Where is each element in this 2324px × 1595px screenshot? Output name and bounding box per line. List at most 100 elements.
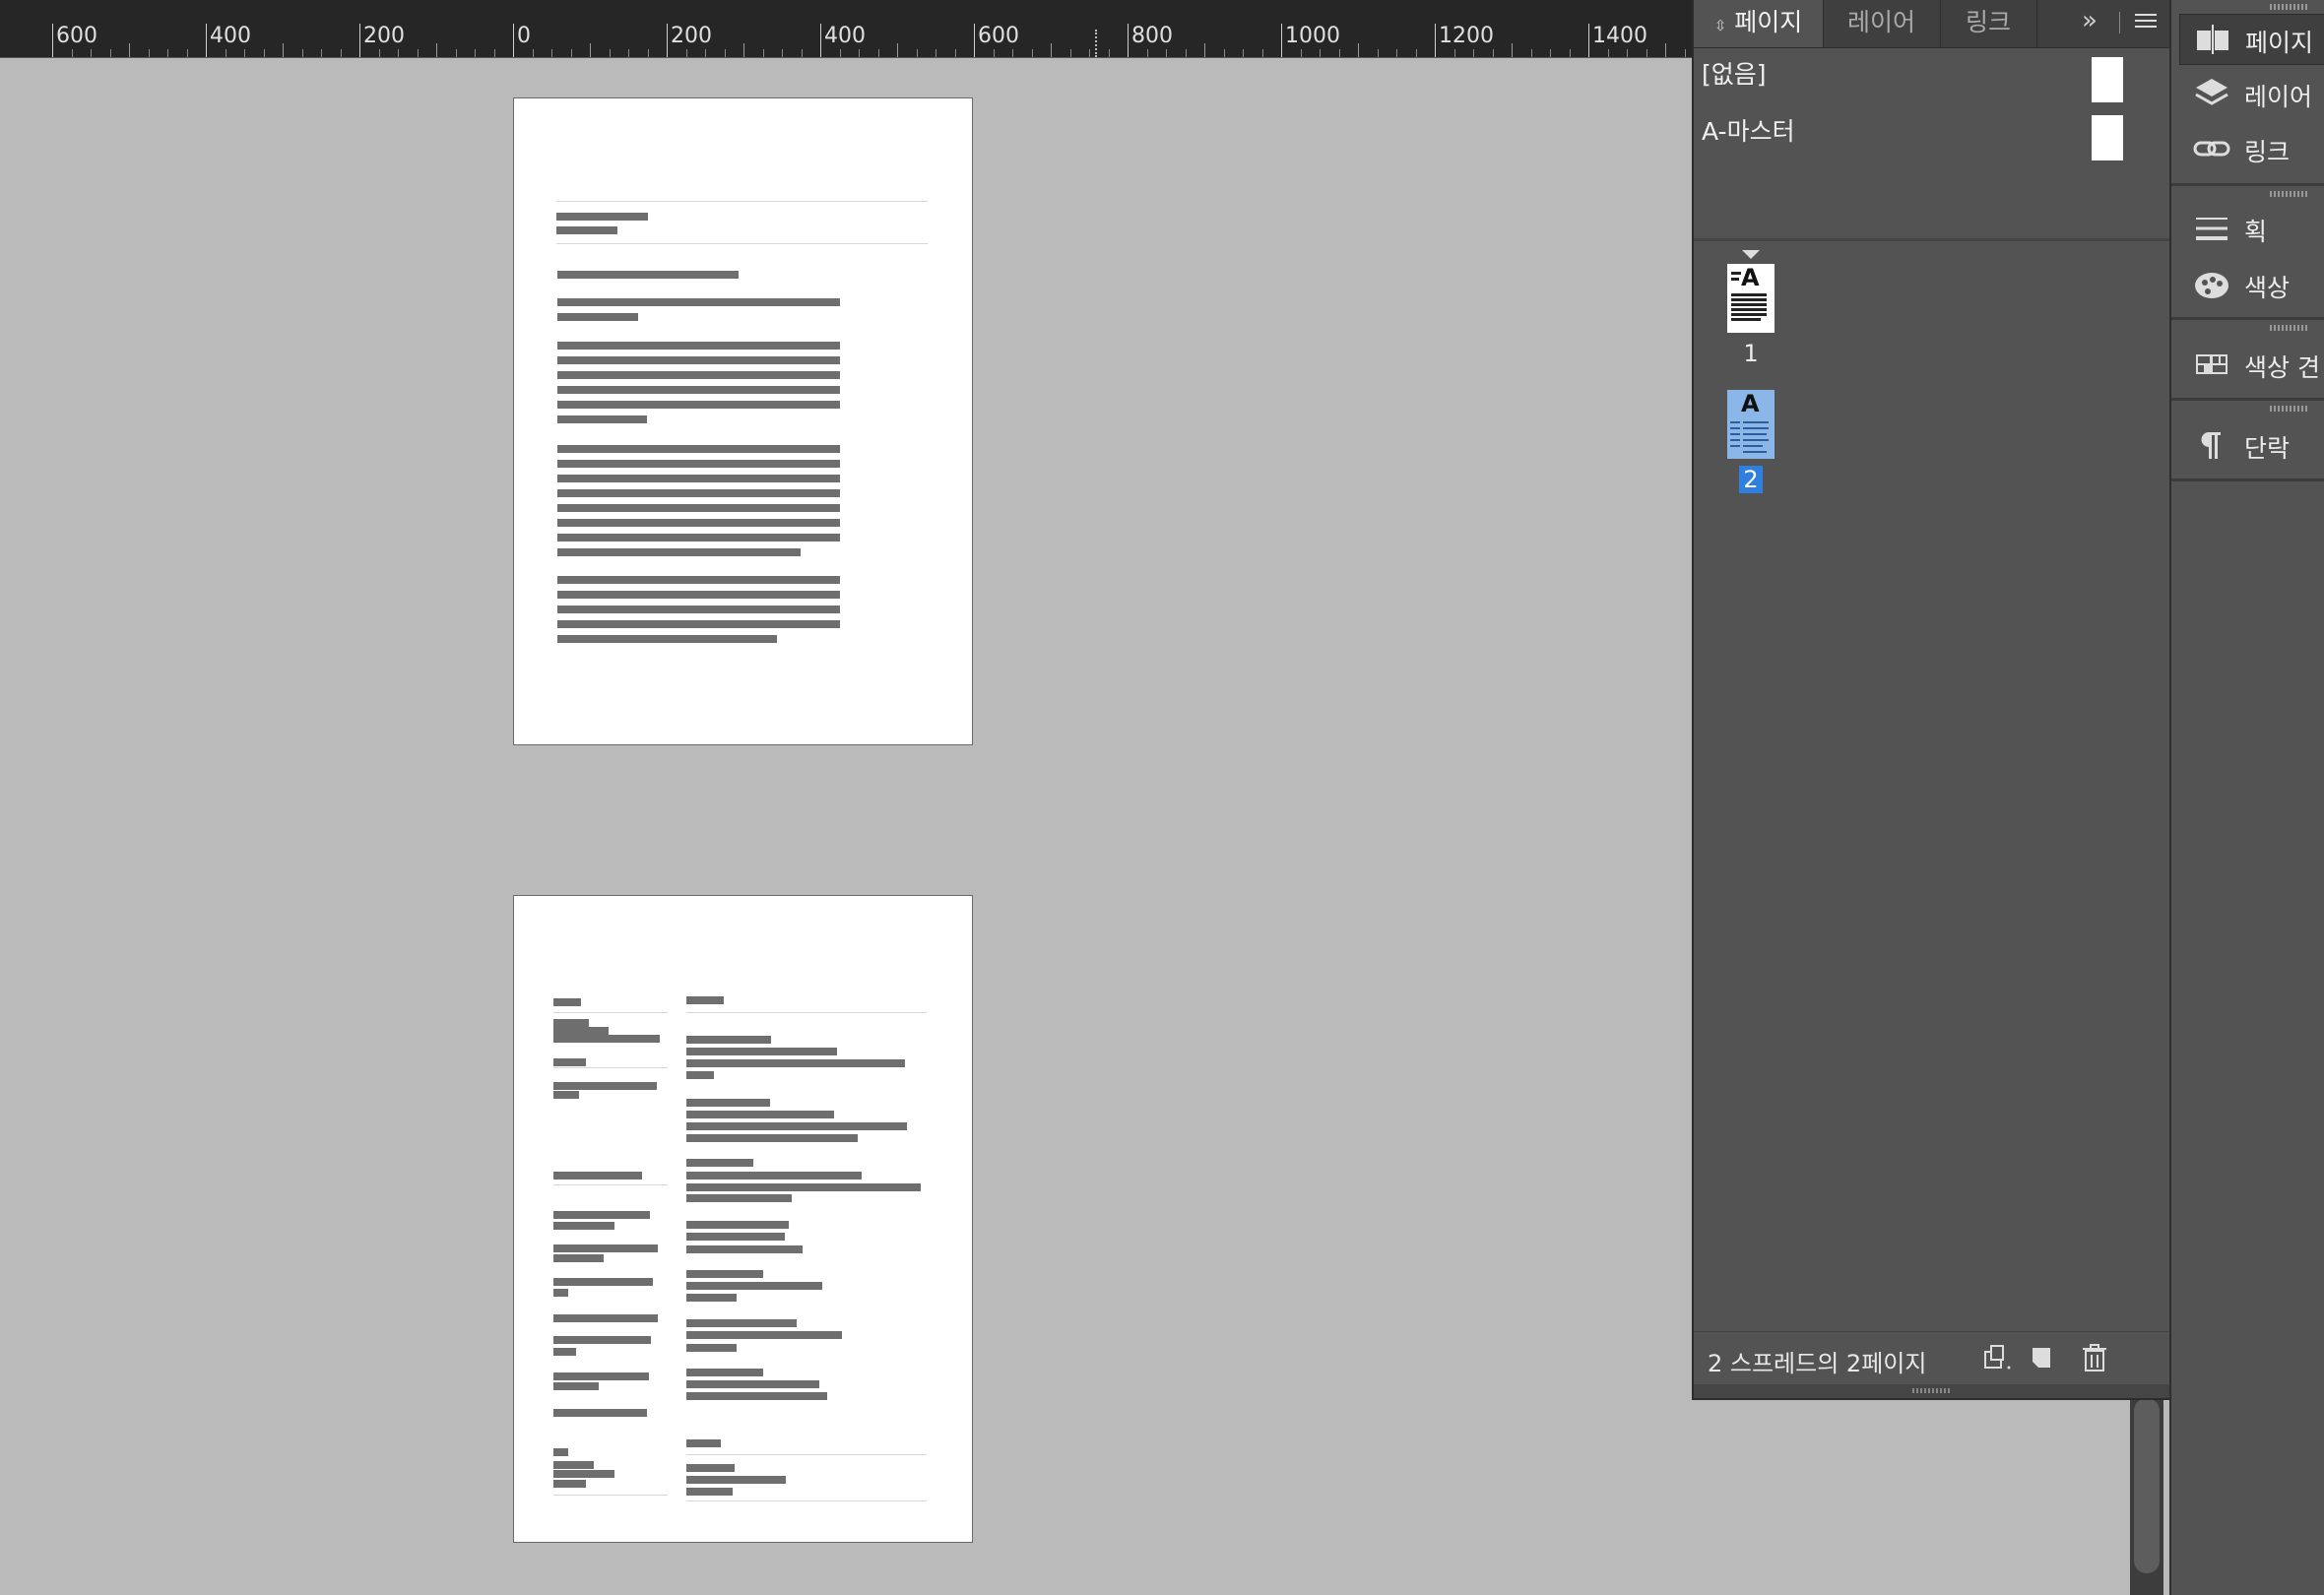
dock-item-paragraph[interactable]: 단락: [2179, 420, 2324, 470]
dock-item-links[interactable]: 링크: [2179, 124, 2324, 173]
page-1-thumbnail[interactable]: A: [1727, 264, 1775, 333]
text-bar: [686, 1392, 827, 1400]
ruler-tick: [1550, 49, 1551, 57]
ruler-tick: [321, 49, 322, 57]
scrollbar-thumb[interactable]: [2134, 1398, 2160, 1573]
text-bar: [557, 489, 840, 497]
horizontal-ruler[interactable]: 600 400 200 0 200 400 600 800 1000 1200 …: [0, 0, 1694, 58]
edit-page-size-icon[interactable]: [1981, 1342, 2015, 1373]
ruler-tick: [571, 49, 572, 57]
ruler-label: 1200: [1439, 24, 1494, 48]
panel-resize-grip[interactable]: [1694, 1384, 2169, 1398]
dock-divider: [2171, 478, 2324, 481]
delete-page-icon[interactable]: [2078, 1342, 2111, 1373]
ruler-tick: [1089, 49, 1090, 57]
master-none[interactable]: [없음]: [1702, 55, 1767, 91]
ruler-tick: [1186, 49, 1187, 57]
ruler-tick: [1301, 49, 1302, 57]
ruler-tick: [628, 49, 629, 57]
ruler-tick: [1588, 24, 1589, 57]
ruler-tick: [206, 24, 207, 57]
text-bar: [686, 1488, 733, 1496]
tab-pages[interactable]: ⇳ 페이지: [1694, 0, 1824, 47]
ruler-label: 1400: [1592, 24, 1647, 48]
new-page-icon[interactable]: [2025, 1342, 2058, 1373]
tab-links[interactable]: 링크: [1940, 0, 2037, 47]
ruler-tick: [994, 49, 995, 57]
text-bar: [557, 371, 840, 379]
page-1-number[interactable]: 1: [1727, 340, 1775, 367]
dock-item-swatches[interactable]: 색상 견: [2179, 340, 2324, 389]
dock-grip[interactable]: [2270, 191, 2309, 197]
ruler-label: 800: [1131, 24, 1173, 48]
ruler-label: 0: [517, 24, 531, 48]
ruler-tick: [1570, 49, 1571, 57]
text-bar: [686, 1036, 771, 1044]
page-2-thumbnail[interactable]: A: [1727, 390, 1775, 459]
panel-menu-icon[interactable]: [2135, 14, 2157, 32]
thumb-line: [1743, 445, 1763, 447]
ruler-tick: [1493, 49, 1494, 57]
text-bar: [557, 401, 840, 409]
dock-item-layers[interactable]: 레이어: [2179, 69, 2324, 118]
text-bar: [557, 475, 840, 482]
tab-label: 링크: [1965, 8, 2011, 36]
ruler-tick: [551, 49, 552, 57]
ruler-tick: [1358, 43, 1359, 57]
text-bar: [686, 1221, 789, 1229]
rule-line: [553, 1184, 668, 1185]
thumb-line: [1731, 313, 1767, 316]
ruler-tick: [513, 24, 514, 57]
text-bar: [553, 1058, 586, 1066]
text-bar: [557, 635, 777, 643]
document-page-2[interactable]: [513, 895, 973, 1543]
text-bar: [553, 1461, 594, 1469]
text-bar: [686, 1233, 785, 1241]
ruler-tick: [110, 49, 111, 57]
page-count-status: 2 스프레드의 2페이지: [1708, 1350, 1927, 1377]
dock-divider: [2171, 398, 2324, 401]
ruler-tick: [1070, 49, 1071, 57]
text-bar: [553, 1480, 586, 1488]
thumb-line: [1731, 298, 1767, 301]
text-bar: [686, 1059, 905, 1067]
ruler-tick: [782, 49, 783, 57]
master-none-thumbnail[interactable]: [2092, 57, 2123, 102]
ruler-tick: [264, 49, 265, 57]
ruler-tick: [302, 49, 303, 57]
ruler-tick: [1012, 49, 1013, 57]
dock-item-stroke[interactable]: 획: [2179, 204, 2324, 253]
thumb-line: [1731, 272, 1741, 275]
ruler-tick: [379, 49, 380, 57]
vertical-scrollbar[interactable]: [2130, 1398, 2163, 1595]
thumb-line: [1730, 439, 1740, 441]
master-a-thumbnail[interactable]: [2092, 115, 2123, 160]
ruler-tick: [725, 49, 726, 57]
master-a[interactable]: A-마스터: [1702, 112, 1795, 148]
ruler-tick: [1320, 49, 1321, 57]
ruler-tick: [1531, 49, 1532, 57]
page-2-number[interactable]: 2: [1727, 466, 1775, 493]
rule-line: [686, 1454, 927, 1455]
tab-layers[interactable]: 레이어: [1823, 0, 1941, 47]
rule-line: [553, 1012, 668, 1013]
text-bar: [553, 1348, 576, 1356]
panel-section-divider[interactable]: [1694, 238, 2169, 241]
dock-grip[interactable]: [2270, 406, 2309, 412]
spread-marker-icon: [1742, 250, 1760, 259]
panel-overflow-button[interactable]: »: [2082, 6, 2098, 35]
dock-grip[interactable]: [2270, 325, 2309, 331]
sort-icon: ⇳: [1713, 17, 1727, 34]
text-bar: [686, 1331, 842, 1339]
dock-item-color[interactable]: 색상: [2179, 260, 2324, 309]
document-page-1[interactable]: [513, 97, 973, 745]
ruler-tick: [705, 49, 706, 57]
dock-grip[interactable]: [2270, 4, 2309, 10]
ruler-tick: [1473, 49, 1474, 57]
thumb-line: [1743, 427, 1769, 429]
dock-item-pages[interactable]: 페이지: [2179, 14, 2324, 65]
text-bar: [553, 1409, 647, 1417]
text-bar: [686, 1159, 753, 1167]
ruler-label: 400: [824, 24, 866, 48]
dock-label: 색상: [2244, 274, 2291, 302]
